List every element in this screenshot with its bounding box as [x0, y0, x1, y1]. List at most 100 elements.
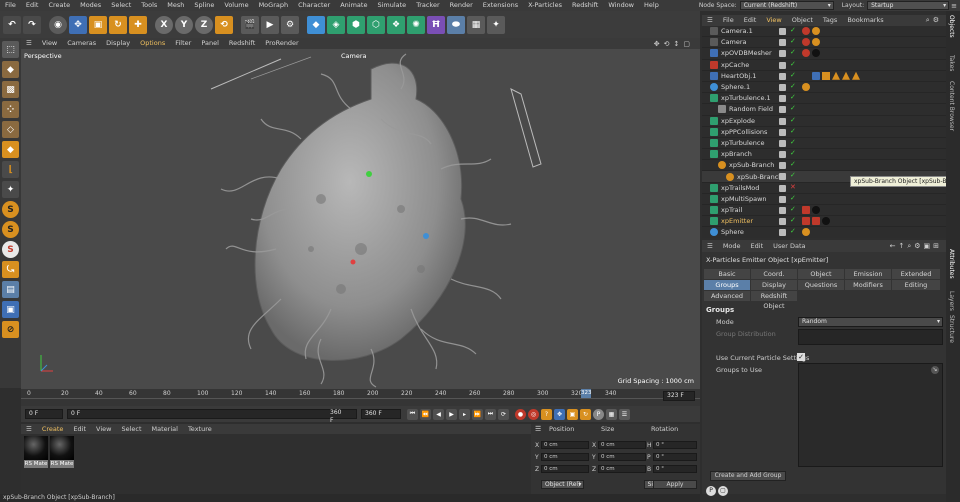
om-menu-object[interactable]: Object — [787, 15, 818, 26]
menu-create[interactable]: Create — [43, 0, 75, 11]
menu-x-particles[interactable]: X-Particles — [523, 0, 567, 11]
rotation-p-field[interactable]: 0 ° — [653, 453, 697, 461]
enabled-check-icon[interactable]: ✓ — [790, 194, 796, 202]
enabled-check-icon[interactable]: ✓ — [790, 104, 796, 112]
key-pla-icon[interactable]: ▦ — [606, 408, 617, 420]
visibility-toggle[interactable] — [779, 128, 786, 136]
protection-tag-icon[interactable] — [802, 38, 810, 47]
material-menu-create[interactable]: Create — [37, 424, 69, 434]
side-tab-objects[interactable]: Objects — [948, 15, 955, 38]
render-settings-icon[interactable]: ⚙ — [281, 15, 299, 34]
enabled-check-icon[interactable]: ✓ — [790, 205, 796, 213]
next-frame-icon[interactable]: ▸ — [459, 408, 470, 420]
enabled-check-icon[interactable]: ✓ — [790, 127, 796, 135]
viewport-view-icon[interactable]: ☰ — [21, 38, 37, 49]
autokey-icon[interactable]: ◎ — [528, 408, 539, 420]
menu-redshift[interactable]: Redshift — [567, 0, 603, 11]
object-row-xpsub-branch[interactable]: xpSub-Branch ✓ — [702, 160, 946, 172]
paint-tool-icon[interactable]: ⊘ — [2, 321, 19, 338]
attr-menu-mode[interactable]: Mode — [718, 240, 746, 252]
tab-editing[interactable]: Editing — [892, 280, 940, 290]
visibility-toggle[interactable] — [779, 173, 786, 181]
enabled-check-icon[interactable]: ✓ — [790, 216, 796, 224]
previous-key-icon[interactable]: ⏪ — [420, 408, 431, 420]
rotation-h-field[interactable]: 0 ° — [653, 441, 697, 449]
tag-icon[interactable] — [802, 82, 810, 91]
menu-tracker[interactable]: Tracker — [411, 0, 444, 11]
coordinate-mode-dropdown[interactable]: Object (Rel) — [541, 480, 585, 489]
light-object-icon[interactable]: ✦ — [487, 15, 505, 34]
material-view-icon[interactable]: ☰ — [21, 424, 37, 434]
side-tab-content-browser[interactable]: Content Browser — [948, 81, 955, 131]
groups-to-use-list[interactable]: ↘ — [798, 363, 943, 467]
object-row-xpturbulence[interactable]: xpTurbulence ✓ — [702, 138, 946, 150]
tab-display[interactable]: Display — [751, 280, 797, 290]
position-x-field[interactable]: 0 cm — [541, 441, 589, 449]
mode-dropdown[interactable]: Random — [798, 317, 943, 327]
menu-volume[interactable]: Volume — [219, 0, 253, 11]
object-row-xptrail[interactable]: xpTrail ✓ — [702, 205, 946, 217]
visibility-toggle[interactable] — [779, 50, 786, 58]
enabled-check-icon[interactable]: ✓ — [790, 71, 796, 79]
size-z-field[interactable]: 0 cm — [598, 465, 646, 473]
render-picture-viewer-icon[interactable]: ▶ — [261, 15, 279, 34]
apply-button[interactable]: Apply — [653, 480, 697, 489]
scale-tool-icon[interactable]: ▣ — [89, 15, 107, 34]
tab-coord[interactable]: Coord. — [751, 269, 797, 279]
tweak-mode-icon[interactable]: ✦ — [2, 181, 19, 198]
timeline-end-field[interactable]: 323 F — [663, 391, 695, 401]
object-row-camera[interactable]: Camera ✓ — [702, 37, 946, 49]
enabled-check-icon[interactable]: ✓ — [790, 149, 796, 157]
attributes-view-icon[interactable]: ☰ — [702, 240, 718, 252]
visibility-toggle[interactable] — [779, 28, 786, 35]
tab-questions[interactable]: Questions — [798, 280, 844, 290]
menu-help[interactable]: Help — [639, 0, 664, 11]
model-mode-icon[interactable]: ◆ — [2, 61, 19, 78]
menu-mograph[interactable]: MoGraph — [254, 0, 294, 11]
visibility-toggle[interactable] — [779, 229, 786, 237]
material-menu-texture[interactable]: Texture — [183, 424, 217, 434]
attr-menu-user-data[interactable]: User Data — [768, 240, 810, 252]
visibility-toggle[interactable] — [779, 72, 786, 80]
workplane-icon[interactable]: ⤿ — [2, 261, 19, 278]
object-row-sphere-1[interactable]: Sphere.1 ✓ — [702, 82, 946, 94]
object-row-xpcache[interactable]: xpCache ✓ — [702, 60, 946, 71]
menu-mesh[interactable]: Mesh — [162, 0, 189, 11]
om-menu-tags[interactable]: Tags — [818, 15, 842, 26]
pick-arrow-icon[interactable]: ↘ — [931, 366, 939, 374]
object-row-xpovdbmesher[interactable]: xpOVDBMesher ✓ — [702, 48, 946, 60]
material-tag-icon[interactable] — [812, 206, 820, 214]
protection-tag-icon[interactable] — [802, 27, 810, 35]
material-tag-icon[interactable] — [802, 206, 810, 214]
snap-icon[interactable]: S — [2, 201, 19, 218]
object-row-xpppcollisions[interactable]: xpPPCollisions ✓ — [702, 127, 946, 138]
cube-object-icon[interactable]: ◆ — [307, 15, 325, 34]
keyframe-selection-icon[interactable]: ? — [541, 408, 552, 420]
coordinates-menu-icon[interactable]: ☰ — [535, 425, 541, 433]
tab-modifiers[interactable]: Modifiers — [845, 280, 891, 290]
next-key-icon[interactable]: ⏩ — [472, 408, 483, 420]
recent-tools-icon[interactable]: ✚ — [129, 15, 147, 34]
visibility-toggle[interactable] — [779, 184, 786, 192]
go-to-end-icon[interactable]: ⏭ — [485, 408, 496, 420]
rotation-b-field[interactable]: 0 ° — [653, 465, 697, 473]
axis-mode-icon[interactable]: ⌊ — [2, 161, 19, 178]
menu-modes[interactable]: Modes — [75, 0, 106, 11]
redo-icon[interactable]: ↷ — [23, 15, 41, 34]
live-selection-icon[interactable]: ◉ — [49, 15, 67, 34]
timeline-playhead[interactable]: 323 — [581, 389, 592, 398]
viewport-menu-redshift[interactable]: Redshift — [224, 38, 260, 49]
material-tag-icon[interactable] — [812, 217, 820, 226]
enabled-check-icon[interactable]: ✓ — [790, 93, 796, 101]
perspective-viewport[interactable]: Perspective Camera Grid Spacing : 1000 c… — [21, 49, 700, 389]
om-search-icon[interactable]: ⌕⚙ — [926, 16, 942, 25]
attr-nav-icons[interactable]: ←↑⌕⚙▣⊞ — [890, 242, 942, 251]
snap-settings-icon[interactable]: S — [2, 221, 19, 238]
enabled-check-icon[interactable]: ✓ — [790, 37, 796, 45]
om-menu-edit[interactable]: Edit — [739, 15, 762, 26]
record-icon[interactable]: ● — [515, 408, 526, 420]
make-editable-icon[interactable]: ⬚ — [2, 41, 19, 58]
current-frame-field[interactable]: 0 F — [67, 409, 357, 419]
size-y-field[interactable]: 0 cm — [598, 453, 646, 461]
visibility-toggle[interactable] — [779, 139, 786, 147]
